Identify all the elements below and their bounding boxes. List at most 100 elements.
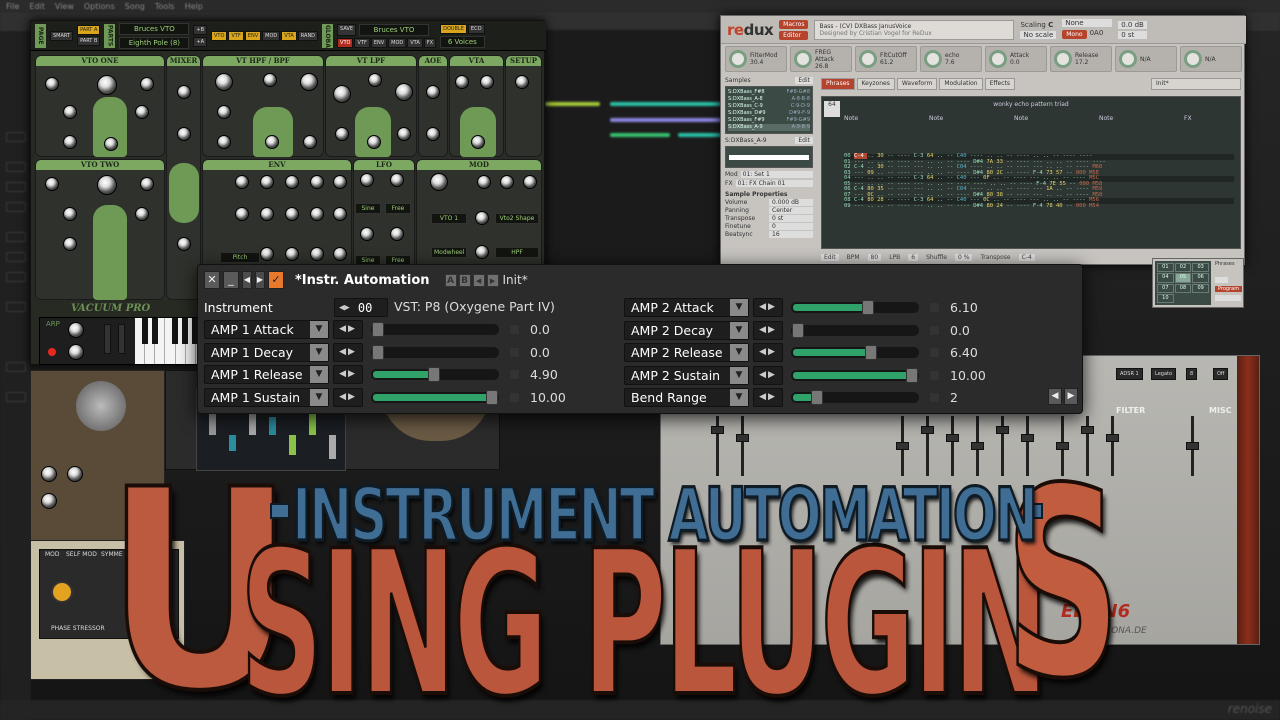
- part1-preset-display[interactable]: Bruces VTO: [119, 22, 190, 35]
- shuffle-value[interactable]: 0 %: [955, 254, 973, 261]
- fader[interactable]: [1186, 416, 1199, 476]
- global-vto-button[interactable]: VTO: [337, 37, 354, 48]
- param-stepper[interactable]: ◀▶: [333, 320, 363, 339]
- param-slider[interactable]: [791, 322, 919, 338]
- automation-checkbox[interactable]: [929, 347, 940, 358]
- mod2-source-display[interactable]: Modwheel: [431, 247, 467, 258]
- part1-transpose[interactable]: +B: [193, 24, 208, 35]
- param-select[interactable]: AMP 2 Attack ▼: [624, 298, 749, 317]
- param-select[interactable]: AMP 1 Sustain ▼: [204, 387, 329, 407]
- slider-thumb[interactable]: [372, 344, 384, 360]
- enable-checkbox[interactable]: ✓: [268, 271, 284, 289]
- property-value[interactable]: 16: [769, 231, 813, 238]
- knob-lpf-reso[interactable]: [395, 83, 413, 101]
- param-select[interactable]: AMP 1 Attack ▼: [204, 320, 329, 339]
- knob-lfo2-rate[interactable]: [360, 227, 374, 241]
- knob-mod1-depth[interactable]: [475, 211, 489, 225]
- knob-detune[interactable]: [45, 77, 59, 91]
- menu-options[interactable]: Options: [84, 2, 115, 11]
- param-slider[interactable]: [371, 367, 499, 382]
- glide-value[interactable]: 0A0: [1090, 29, 1104, 40]
- part2-preset-display[interactable]: Eighth Pole (8): [119, 36, 190, 49]
- knob-env12-s[interactable]: [285, 175, 299, 189]
- sample-item[interactable]: S:DXBass_C-9 C-9-D-9: [728, 103, 810, 110]
- knob-fine[interactable]: [63, 105, 77, 119]
- waveform-preview[interactable]: [725, 146, 813, 168]
- param-stepper[interactable]: ◀▶: [333, 387, 363, 407]
- knob-env4-slope[interactable]: [310, 247, 324, 261]
- env4-destination-display[interactable]: Pitch: [220, 252, 260, 263]
- menu-help[interactable]: Help: [185, 2, 203, 11]
- preset-next-button[interactable]: ▶: [486, 273, 499, 287]
- attack-knob[interactable]: [41, 466, 57, 482]
- menu-tools[interactable]: Tools: [155, 2, 175, 11]
- voices-display[interactable]: 6 Voices: [440, 35, 485, 48]
- tab-waveform[interactable]: Waveform: [896, 78, 938, 90]
- menu-file[interactable]: File: [6, 2, 19, 11]
- global-fx-button[interactable]: FX: [423, 37, 437, 48]
- property-value[interactable]: 0 st: [769, 215, 813, 222]
- phrase-slot[interactable]: 06: [1192, 273, 1209, 283]
- mode-button[interactable]: Legato: [1151, 368, 1177, 380]
- tab-keyzones[interactable]: Keyzones: [856, 78, 895, 90]
- tab-modulation[interactable]: Modulation: [939, 78, 983, 90]
- double-button[interactable]: DOUBLE: [440, 23, 467, 34]
- fader[interactable]: [711, 416, 724, 476]
- knob-delay-amount[interactable]: [135, 105, 149, 119]
- decay-knob[interactable]: [67, 466, 83, 482]
- macro-knob[interactable]: FltCutOff 61.2: [855, 46, 917, 72]
- phrase-select[interactable]: Init*: [1151, 78, 1241, 90]
- param-stepper[interactable]: ◀▶: [753, 343, 783, 362]
- page-next-button[interactable]: ▶: [1064, 388, 1078, 405]
- chevron-down-icon[interactable]: ▼: [310, 366, 328, 383]
- phrase-mode-off[interactable]: Off: [1215, 277, 1229, 283]
- lfo1-sync-display[interactable]: Free: [385, 203, 411, 214]
- phrase-mode-program[interactable]: Program: [1215, 286, 1243, 292]
- knob-lfo1-rate[interactable]: [360, 173, 374, 187]
- sample-item[interactable]: S:DXBass_A-8 A-8-B-8: [728, 96, 810, 103]
- knob-env3-d[interactable]: [260, 207, 274, 221]
- macros-button[interactable]: Macros: [779, 19, 809, 29]
- transpose-value[interactable]: C-4: [1018, 254, 1035, 261]
- automation-checkbox[interactable]: [929, 392, 940, 403]
- chevron-down-icon[interactable]: ▼: [730, 366, 748, 384]
- chevron-down-icon[interactable]: ▼: [310, 343, 328, 361]
- knob-env4-att-time[interactable]: [285, 247, 299, 261]
- automation-checkbox[interactable]: [929, 369, 940, 381]
- knob-vto2-delay-time[interactable]: [140, 177, 154, 191]
- knob-drift[interactable]: [426, 85, 440, 99]
- knob-range[interactable]: [97, 75, 117, 95]
- bpm-value[interactable]: 80: [867, 254, 882, 261]
- chevron-down-icon[interactable]: ▼: [730, 344, 748, 361]
- param-slider[interactable]: [791, 390, 919, 405]
- slider-thumb[interactable]: [792, 322, 804, 338]
- mod-tab[interactable]: MOD: [45, 551, 60, 558]
- smart-button[interactable]: SMART: [50, 30, 74, 41]
- knob-lpf-sat[interactable]: [367, 135, 381, 149]
- global-vtf-button[interactable]: VTF: [354, 37, 370, 48]
- slider-thumb[interactable]: [864, 345, 877, 360]
- macro-knob[interactable]: FREG Attack 26.8: [790, 46, 852, 72]
- property-value[interactable]: Center: [769, 207, 813, 214]
- preset-b-button[interactable]: B: [458, 273, 471, 287]
- knob-hpf-env1[interactable]: [303, 135, 317, 149]
- knob-env3-s[interactable]: [285, 207, 299, 221]
- param-select[interactable]: AMP 1 Decay ▼: [204, 342, 329, 362]
- phrase-slot[interactable]: 09: [1192, 283, 1209, 293]
- param-select[interactable]: AMP 2 Release ▼: [624, 343, 749, 362]
- macro-knob[interactable]: Release 17.2: [1050, 46, 1112, 72]
- samples-edit-button[interactable]: Edit: [795, 77, 813, 84]
- macro-knob[interactable]: echo 7.6: [920, 46, 982, 72]
- scale-select[interactable]: No scale: [1020, 30, 1057, 39]
- instrument-index-stepper[interactable]: ◀▶ 00: [334, 298, 388, 317]
- part-vto-button[interactable]: VTO: [211, 30, 228, 41]
- automation-checkbox[interactable]: [509, 391, 520, 403]
- knob-delay-time[interactable]: [140, 77, 154, 91]
- knob-shape[interactable]: [104, 137, 118, 151]
- mod1-destination-display[interactable]: Vto2 Shape: [495, 213, 539, 224]
- fader[interactable]: [921, 416, 934, 476]
- phrase-slot[interactable]: 07: [1157, 283, 1174, 293]
- knob-vto2-mix[interactable]: [177, 127, 191, 141]
- fader[interactable]: [946, 416, 959, 476]
- chevron-down-icon[interactable]: ▼: [310, 388, 328, 406]
